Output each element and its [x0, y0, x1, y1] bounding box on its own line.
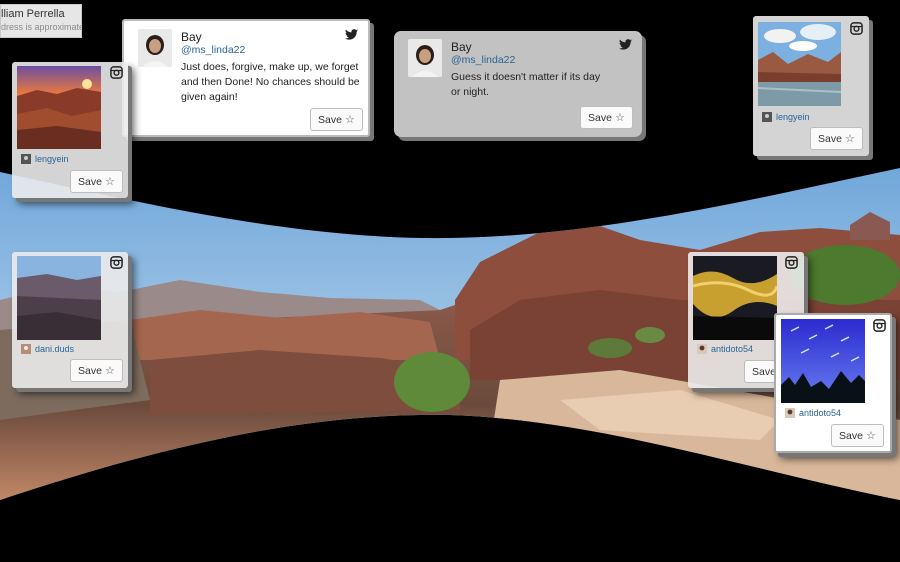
starry-trees-photo	[781, 319, 865, 403]
tweet-author-handle[interactable]: @ms_linda22	[181, 44, 245, 56]
instagram-icon	[110, 66, 123, 79]
twitter-icon	[619, 39, 632, 50]
instagram-username: dani.duds	[35, 344, 75, 354]
star-icon: ☆	[344, 113, 355, 126]
instagram-user[interactable]: lengyein	[21, 154, 69, 164]
instagram-card[interactable]: lengyein Save ☆	[12, 62, 128, 198]
canyon-rim-photo	[17, 256, 101, 340]
instagram-card[interactable]: dani.duds Save ☆	[12, 252, 128, 388]
instagram-photo[interactable]	[17, 66, 101, 149]
save-button-label: Save	[78, 364, 102, 377]
save-button[interactable]: Save☆	[831, 424, 884, 447]
instagram-photo[interactable]	[17, 256, 101, 340]
star-icon: ☆	[614, 111, 625, 124]
save-button-label: Save	[839, 429, 863, 442]
instagram-user[interactable]: antidoto54	[785, 408, 841, 418]
canyon-sunset-photo	[17, 66, 101, 149]
night-clouds-photo	[693, 256, 777, 340]
save-button[interactable]: Save☆	[70, 359, 123, 382]
instagram-icon	[873, 319, 886, 332]
instagram-username: lengyein	[776, 112, 810, 122]
instagram-icon	[785, 256, 798, 269]
instagram-username: antidoto54	[711, 344, 754, 354]
river-canyon-photo	[758, 22, 841, 106]
star-icon: ☆	[865, 429, 876, 442]
save-button-label: Save	[78, 175, 102, 188]
avatar	[785, 408, 795, 418]
save-button[interactable]: Save☆	[580, 106, 633, 129]
instagram-icon	[110, 256, 123, 269]
save-button-label: Save	[752, 365, 776, 378]
instagram-icon	[850, 22, 863, 35]
save-button-label: Save	[818, 132, 842, 145]
avatar	[762, 112, 772, 122]
instagram-user[interactable]: lengyein	[762, 112, 810, 122]
avatar	[697, 344, 707, 354]
save-button-label: Save	[588, 111, 612, 124]
instagram-user[interactable]: antidoto54	[697, 344, 753, 354]
location-name: lliam Perrella	[1, 8, 65, 20]
tweet-author-name: Bay	[181, 30, 202, 44]
save-button[interactable]: Save☆	[810, 127, 863, 150]
instagram-photo[interactable]	[758, 22, 841, 106]
tweet-text: Guess it doesn't matter if its day or ni…	[451, 71, 601, 98]
star-icon: ☆	[844, 132, 855, 145]
tweet-author-handle[interactable]: @ms_linda22	[451, 54, 515, 66]
instagram-photo[interactable]	[693, 256, 777, 340]
instagram-user[interactable]: dani.duds	[21, 344, 74, 354]
instagram-card[interactable]: antidoto54 Save☆	[774, 313, 892, 453]
panorama-viewer[interactable]: lliam Perrella dress is approximate Bay …	[0, 0, 900, 562]
star-icon: ☆	[104, 364, 115, 377]
avatar	[138, 29, 172, 67]
location-tag: lliam Perrella dress is approximate	[0, 4, 82, 38]
tweet-card[interactable]: Bay @ms_linda22 Just does, forgive, make…	[122, 19, 370, 137]
tweet-card[interactable]: Bay @ms_linda22 Guess it doesn't matter …	[394, 31, 642, 137]
avatar	[408, 39, 442, 77]
tweet-author-name: Bay	[451, 40, 472, 54]
location-note: dress is approximate	[1, 22, 82, 32]
avatar	[21, 344, 31, 354]
instagram-username: lengyein	[35, 154, 69, 164]
save-button-label: Save	[318, 113, 342, 126]
star-icon: ☆	[104, 175, 115, 188]
save-button[interactable]: Save☆	[70, 170, 123, 193]
twitter-icon	[345, 29, 358, 40]
avatar	[21, 154, 31, 164]
instagram-card[interactable]: lengyein Save ☆	[753, 16, 869, 156]
tweet-text: Just does, forgive, make up, we forget a…	[181, 61, 360, 103]
instagram-username: antidoto54	[799, 408, 842, 418]
instagram-photo[interactable]	[781, 319, 865, 403]
save-button[interactable]: Save☆	[310, 108, 363, 131]
